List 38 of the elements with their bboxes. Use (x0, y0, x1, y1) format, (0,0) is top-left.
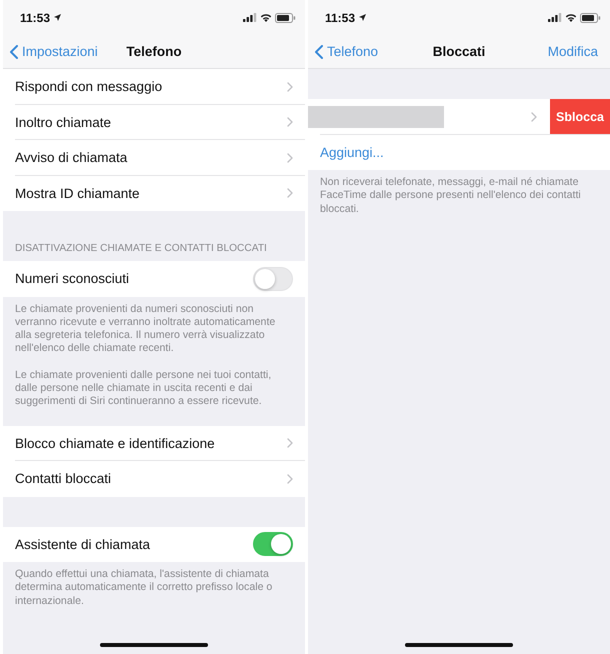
chevron-icon (287, 188, 293, 198)
toggle-switch[interactable] (253, 532, 293, 556)
status-time: 11:53 (20, 10, 50, 24)
back-chevron-icon (10, 44, 18, 58)
settings-row[interactable]: Blocco chiamate e identificazione (3, 426, 305, 462)
signal-icon (548, 13, 562, 22)
chevron-icon (287, 152, 293, 163)
settings-row[interactable]: Rispondi con messaggio (3, 69, 305, 104)
section-header: DISATTIVAZIONE CHIAMATE E CONTATTI BLOCCATI (14, 242, 268, 256)
contact-row[interactable]: Sblocca (308, 99, 610, 134)
add-row[interactable]: Aggiungi... (308, 134, 610, 170)
settings-row[interactable]: Avviso di chiamata (3, 140, 305, 176)
footer-text: Le chiamate provenienti dalle persone nei tuoi contatti, dalle persone nelle chiamate in uscita recenti e dai suggerimenti di Siri continueranno a essere ricevute. (15, 368, 272, 409)
location-arrow-icon (54, 14, 62, 21)
footer-text: Quando effettui una chiamata, l'assistente di chiamata determina automaticamente il corretto prefisso locale o internazionale. (15, 568, 274, 608)
wifi-icon (260, 13, 272, 22)
battery-icon (275, 12, 296, 22)
chevron-icon (531, 112, 537, 122)
chevron-icon (287, 474, 293, 484)
location-arrow-icon (359, 14, 366, 21)
battery-icon (580, 12, 601, 22)
setting-label: Numeri sconosciuti (15, 271, 130, 286)
screen-title: Telefono (126, 44, 182, 59)
settings-row[interactable]: Mostra ID chiamante (3, 176, 305, 211)
footer-text: Non riceverai telefonate, messaggi, e-mail né chiamate FaceTime dalle persone presenti nell'elenco dei contatti bloccati. (320, 176, 582, 216)
screen-title: Bloccati (432, 44, 486, 59)
chevron-icon (287, 82, 293, 92)
unblock-button[interactable]: Sblocca (550, 99, 610, 134)
settings-row[interactable]: Contatti bloccati (3, 461, 305, 497)
setting-label: Assistente di chiamata (15, 536, 150, 552)
settings-row[interactable]: Inoltro chiamate (3, 104, 305, 140)
back-chevron-icon (315, 44, 323, 58)
wifi-icon (565, 13, 577, 22)
status-time: 11:53 (325, 10, 356, 24)
chevron-icon (287, 438, 293, 448)
chevron-icon (287, 117, 293, 128)
footer-text: Le chiamate provenienti da numeri sconosciuti non verranno ricevute e verranno inoltrate automaticamente alla segreteria telefonica. Il numero verrà visualizzato nell'elenco delle chiamate recenti. (15, 302, 276, 356)
signal-icon (243, 13, 257, 22)
